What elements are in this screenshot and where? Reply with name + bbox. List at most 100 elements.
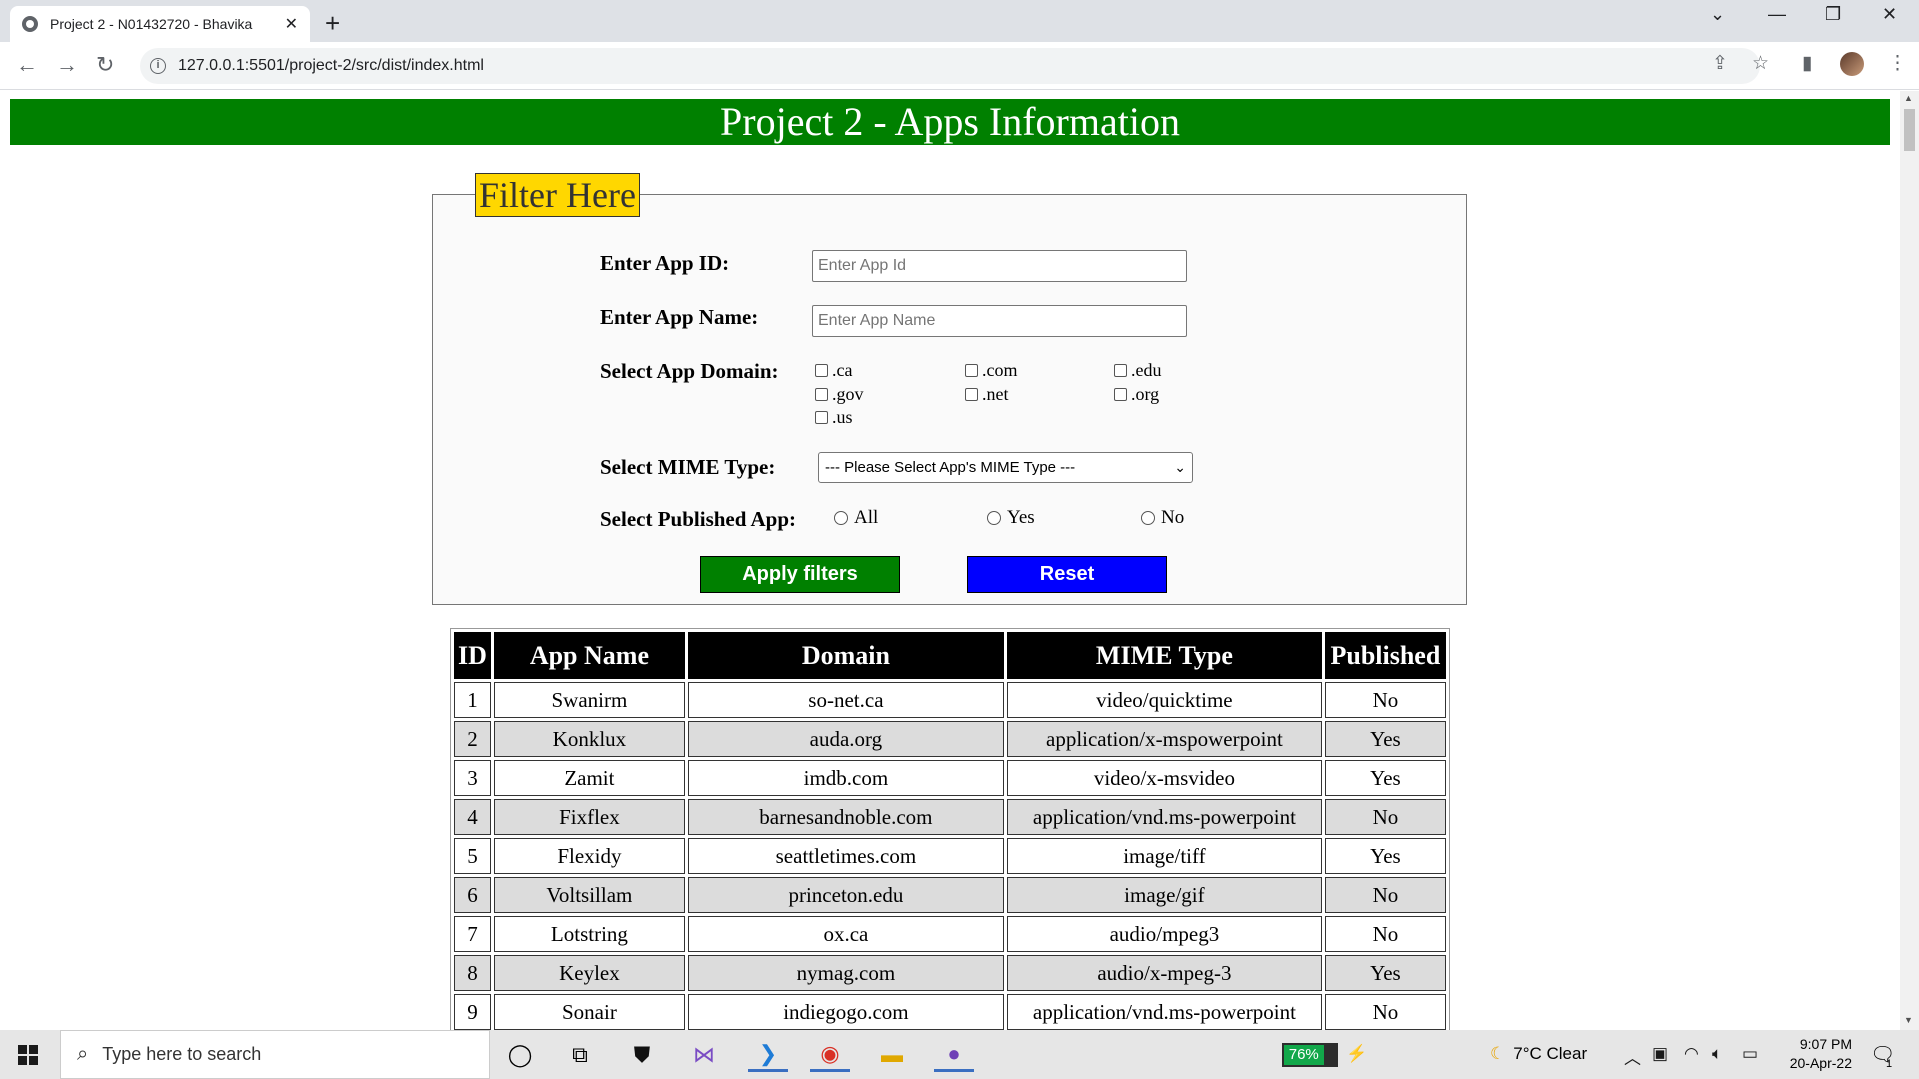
cell-published: No: [1324, 682, 1446, 718]
bookmark-star-icon[interactable]: ☆: [1752, 52, 1769, 75]
reset-button[interactable]: Reset: [967, 556, 1167, 593]
page-scrollbar[interactable]: ▲ ▼: [1900, 91, 1919, 1030]
share-icon[interactable]: ⇪: [1712, 52, 1728, 75]
scrollbar-thumb[interactable]: [1904, 109, 1915, 151]
cell-mime-type: video/quicktime: [1006, 682, 1322, 718]
header-app-name: App Name: [493, 632, 685, 679]
cell-domain: auda.org: [687, 721, 1004, 757]
filter-legend: Filter Here: [475, 173, 640, 217]
page-title: Project 2 - Apps Information: [10, 99, 1890, 145]
meet-icon[interactable]: ▣: [1652, 1044, 1668, 1064]
radio-circle[interactable]: [987, 511, 1001, 525]
close-window-icon[interactable]: ✕: [1882, 4, 1897, 25]
tab-search-icon[interactable]: ⌄: [1710, 4, 1725, 25]
menu-kebab-icon[interactable]: ⋮: [1888, 52, 1907, 75]
published-radio-all[interactable]: All: [834, 507, 878, 529]
cell-mime-type: audio/x-mpeg-3: [1006, 955, 1322, 991]
published-label: Select Published App:: [600, 507, 797, 531]
app-domain-label: Select App Domain:: [600, 359, 779, 383]
table-row: 4 Fixflex barnesandnoble.com application…: [454, 799, 1446, 835]
table-row: 8 Keylex nymag.com audio/x-mpeg-3 Yes: [454, 955, 1446, 991]
minimize-icon[interactable]: —: [1768, 4, 1786, 25]
side-panel-icon[interactable]: ▮: [1802, 52, 1812, 75]
forward-icon[interactable]: →: [56, 52, 78, 78]
restore-icon[interactable]: ❐: [1825, 4, 1841, 25]
volume-icon[interactable]: 🔈︎: [1712, 1044, 1722, 1064]
close-tab-icon[interactable]: ✕: [285, 14, 298, 34]
domain-checkbox-net[interactable]: .net: [965, 384, 1009, 405]
app-name-input[interactable]: [812, 305, 1187, 337]
system-clock[interactable]: 9:07 PM 20-Apr-22: [1770, 1035, 1852, 1073]
windows-start-icon[interactable]: [18, 1045, 38, 1065]
vscode-icon[interactable]: ❯: [748, 1038, 788, 1072]
profile-avatar[interactable]: [1840, 52, 1864, 76]
cell-mime-type: application/vnd.ms-powerpoint: [1006, 799, 1322, 835]
clock-date: 20-Apr-22: [1789, 1055, 1852, 1071]
cell-id: 8: [454, 955, 491, 991]
checkbox[interactable]: [965, 364, 978, 377]
battery-indicator[interactable]: 76%: [1282, 1043, 1338, 1067]
cell-app-name: Keylex: [493, 955, 685, 991]
cell-domain: princeton.edu: [687, 877, 1004, 913]
cell-app-name: Flexidy: [493, 838, 685, 874]
cell-app-name: Swanirm: [493, 682, 685, 718]
cell-published: No: [1324, 916, 1446, 952]
domain-checkbox-org[interactable]: .org: [1114, 384, 1159, 405]
app-id-label: Enter App ID:: [600, 251, 730, 275]
apply-filters-button[interactable]: Apply filters: [700, 556, 900, 593]
cell-published: Yes: [1324, 955, 1446, 991]
table-row: 6 Voltsillam princeton.edu image/gif No: [454, 877, 1446, 913]
cell-domain: barnesandnoble.com: [687, 799, 1004, 835]
domain-checkbox-com[interactable]: .com: [965, 360, 1018, 381]
page-viewport: Project 2 - Apps Information Filter Here…: [0, 91, 1900, 1030]
checkbox[interactable]: [965, 388, 978, 401]
table-row: 1 Swanirm so-net.ca video/quicktime No: [454, 682, 1446, 718]
visual-studio-icon[interactable]: ⋈: [684, 1038, 724, 1072]
domain-checkbox-gov[interactable]: .gov: [815, 384, 864, 405]
task-view-icon[interactable]: ⧉: [560, 1038, 600, 1072]
cortana-icon[interactable]: ◯: [500, 1038, 540, 1072]
address-bar[interactable]: i 127.0.0.1:5501/project-2/src/dist/inde…: [140, 48, 1760, 84]
table-row: 3 Zamit imdb.com video/x-msvideo Yes: [454, 760, 1446, 796]
radio-circle[interactable]: [1141, 511, 1155, 525]
battery-tray-icon[interactable]: ▭: [1742, 1044, 1758, 1064]
checkbox[interactable]: [815, 364, 828, 377]
apps-table: ID App Name Domain MIME Type Published 1…: [450, 628, 1450, 1030]
domain-checkbox-edu[interactable]: .edu: [1114, 360, 1162, 381]
weather-text: 7°C Clear: [1513, 1044, 1588, 1063]
checkbox[interactable]: [1114, 364, 1127, 377]
wifi-icon[interactable]: ◠: [1684, 1044, 1699, 1064]
table-header-row: ID App Name Domain MIME Type Published: [454, 632, 1446, 679]
radio-circle[interactable]: [834, 511, 848, 525]
taskbar-search[interactable]: ⌕ Type here to search: [60, 1030, 490, 1079]
cell-domain: nymag.com: [687, 955, 1004, 991]
back-icon[interactable]: ←: [16, 52, 38, 78]
scroll-down-icon[interactable]: ▼: [1904, 1015, 1913, 1025]
new-tab-icon[interactable]: +: [325, 8, 340, 39]
published-radio-no[interactable]: No: [1141, 507, 1184, 529]
checkbox[interactable]: [815, 411, 828, 424]
checkbox[interactable]: [1114, 388, 1127, 401]
tab-title: Project 2 - N01432720 - Bhavika: [50, 16, 253, 32]
cell-id: 7: [454, 916, 491, 952]
cell-published: No: [1324, 994, 1446, 1030]
published-radio-yes[interactable]: Yes: [987, 507, 1035, 529]
domain-checkbox-us[interactable]: .us: [815, 407, 853, 428]
file-explorer-icon[interactable]: ▬: [872, 1038, 912, 1072]
clock-time: 9:07 PM: [1799, 1036, 1852, 1052]
weather-widget[interactable]: ☾ 7°C Clear: [1490, 1044, 1587, 1064]
cell-id: 4: [454, 799, 491, 835]
url-text: 127.0.0.1:5501/project-2/src/dist/index.…: [178, 57, 484, 74]
info-icon[interactable]: i: [150, 58, 166, 74]
chrome-icon[interactable]: ◉: [810, 1038, 850, 1072]
app-id-input[interactable]: [812, 250, 1187, 282]
domain-checkbox-ca[interactable]: .ca: [815, 360, 852, 381]
chevron-up-icon[interactable]: ︿: [1624, 1044, 1641, 1069]
scroll-up-icon[interactable]: ▲: [1904, 93, 1913, 103]
checkbox[interactable]: [815, 388, 828, 401]
mime-type-select[interactable]: --- Please Select App's MIME Type --- ⌄: [818, 452, 1193, 483]
github-desktop-icon[interactable]: ●: [934, 1038, 974, 1072]
security-shield-icon[interactable]: ⛊: [622, 1038, 662, 1072]
reload-icon[interactable]: ↻: [96, 52, 114, 78]
browser-tab[interactable]: Project 2 - N01432720 - Bhavika ✕: [10, 6, 310, 42]
